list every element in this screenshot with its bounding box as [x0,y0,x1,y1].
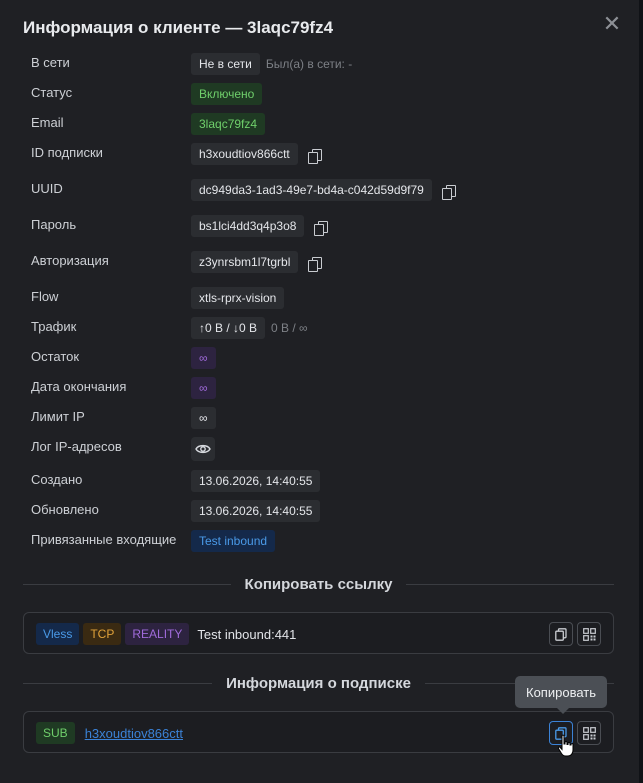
copy-link-heading: Копировать ссылку [244,575,393,593]
traffic-label: Трафик [31,319,77,334]
created-label: Создано [31,472,83,487]
inbound-tag[interactable]: Test inbound [191,530,276,552]
view-ip-log-button[interactable] [191,437,215,461]
status-label: Статус [31,85,73,100]
ip-limit-value: ∞ [191,407,216,429]
copy-icon[interactable] [308,257,323,272]
sub-id-value: h3xoudtiov866ctt [191,143,298,165]
created-value: 13.06.2026, 14:40:55 [191,470,321,492]
protocol-badge: Vless [36,623,80,645]
backdrop-edge [639,0,643,783]
client-info-modal: Информация о клиенте — 3laqc79fz4 ✕ В се… [0,0,643,783]
auth-label: Авторизация [31,253,109,268]
expiry-label: Дата окончания [31,379,127,394]
qrcode-icon [582,726,596,740]
copy-link-divider: Копировать ссылку [23,574,614,594]
eye-icon [195,444,211,454]
copy-icon [555,627,567,641]
traffic-value: ↑0 B / ↓0 B [191,317,266,339]
close-icon[interactable]: ✕ [601,13,623,35]
inbounds-label: Привязанные входящие [31,532,177,547]
subscription-qr-button[interactable] [577,721,601,745]
qrcode-icon [582,627,596,641]
email-label: Email [31,115,64,130]
password-label: Пароль [31,217,77,232]
expiry-value: ∞ [191,377,216,399]
subscription-heading: Информация о подписке [226,674,411,692]
flow-value: xtls-rprx-vision [191,287,285,309]
transport-badge: TCP [83,623,122,645]
qr-code-button[interactable] [577,622,601,646]
ip-limit-label: Лимит IP [31,409,85,424]
copy-icon[interactable] [314,221,329,236]
online-label: В сети [31,55,70,70]
ip-log-label: Лог IP-адресов [31,439,122,454]
status-badge: Включено [191,83,263,105]
subscription-card: SUB h3xoudtiov866ctt [23,711,614,753]
copy-tooltip: Копировать [515,676,607,714]
online-status-tag: Не в сети [191,53,260,75]
copy-icon[interactable] [307,149,322,164]
inbound-link-name: Test inbound:441 [197,626,297,642]
copy-link-button[interactable] [549,622,573,646]
uuid-label: UUID [31,181,63,196]
last-seen-text: Был(а) в сети: - [265,57,353,71]
updated-label: Обновлено [31,502,99,517]
subscription-link[interactable]: h3xoudtiov866ctt [85,726,183,741]
email-value: 3laqc79fz4 [191,113,266,135]
copy-link-card: Vless TCP REALITY Test inbound:441 [23,612,614,654]
flow-label: Flow [31,289,59,304]
auth-value: z3ynrsbm1l7tgrbl [191,251,299,273]
copy-icon[interactable] [441,185,456,200]
security-badge: REALITY [125,623,190,645]
remaining-label: Остаток [31,349,80,364]
hand-cursor-icon [557,734,574,757]
password-value: bs1lci4dd3q4p3o8 [191,215,305,237]
modal-title: Информация о клиенте — 3laqc79fz4 [23,18,334,37]
remaining-value: ∞ [191,347,216,369]
traffic-total: 0 B / ∞ [271,321,308,335]
updated-value: 13.06.2026, 14:40:55 [191,500,321,522]
uuid-value: dc949da3-1ad3-49e7-bd4a-c042d59d9f79 [191,179,432,201]
sub-badge: SUB [36,722,75,744]
sub-id-label: ID подписки [31,145,103,160]
